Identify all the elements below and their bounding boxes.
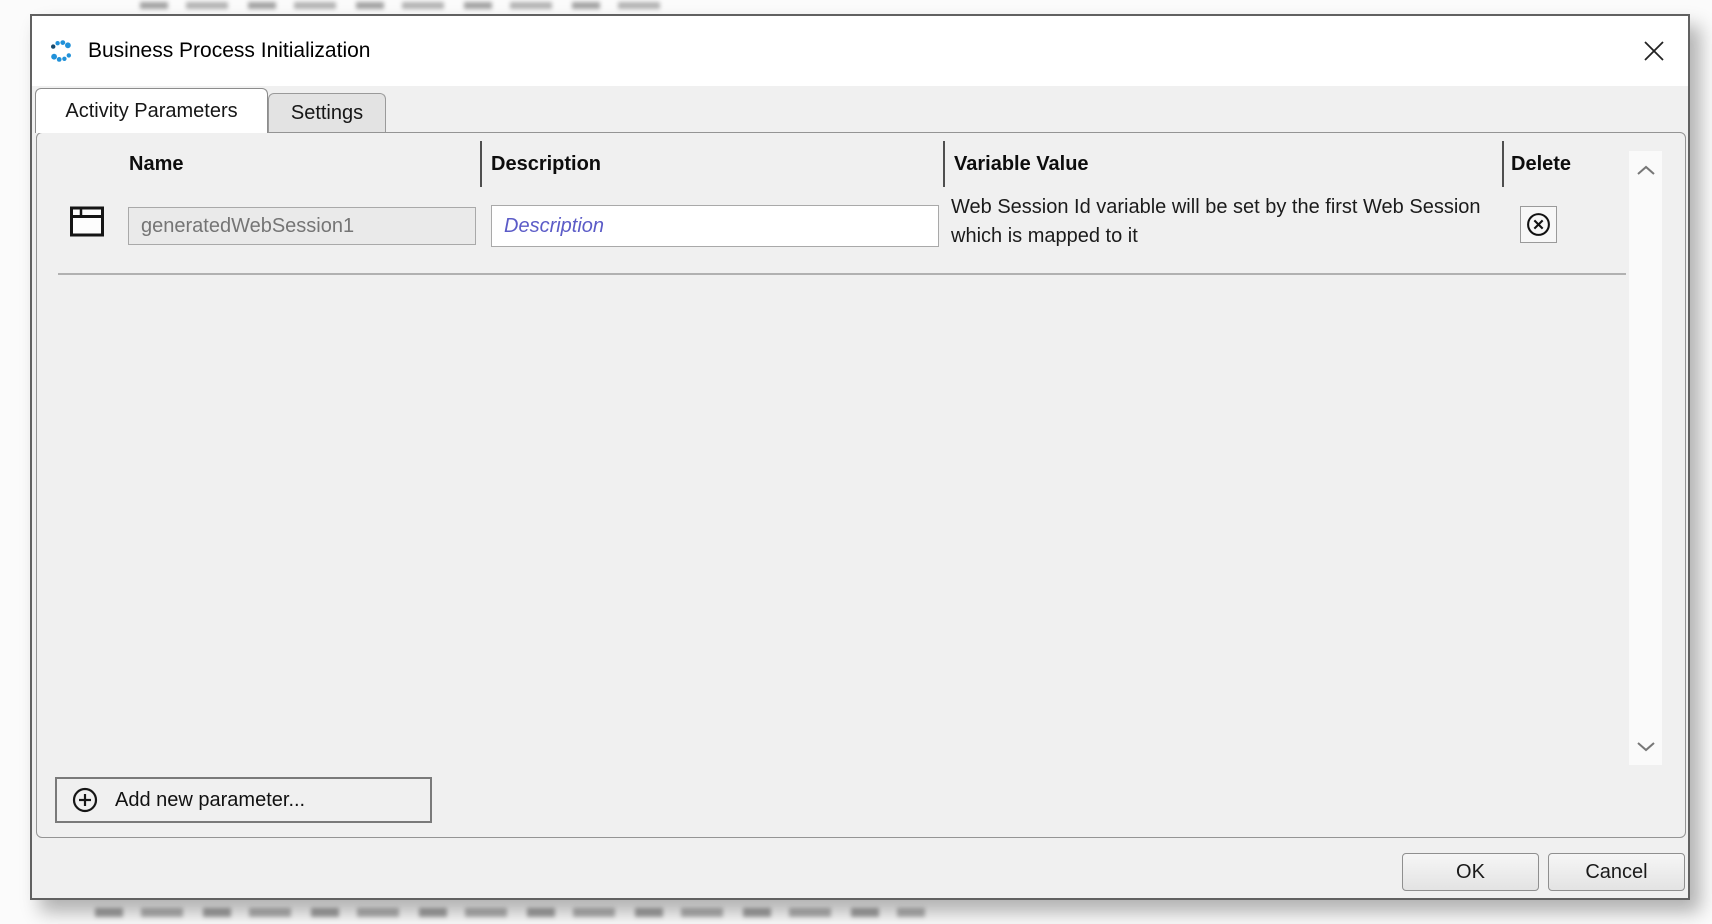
tab-label: Activity Parameters [65, 100, 237, 123]
vertical-scrollbar[interactable] [1629, 151, 1662, 765]
dialog-title: Business Process Initialization [88, 39, 370, 63]
parameter-description-input[interactable] [491, 205, 939, 247]
chevron-up-icon[interactable] [1629, 157, 1662, 183]
activity-parameters-panel: Name Description Variable Value Delete W… [36, 132, 1686, 838]
variable-value-text: Web Session Id variable will be set by t… [951, 193, 1503, 251]
ok-button[interactable]: OK [1402, 853, 1539, 891]
background-window-artifact-top [140, 2, 660, 9]
column-header-variable-value: Variable Value [954, 153, 1089, 176]
circle-x-icon [1525, 211, 1552, 238]
tab-label: Settings [291, 102, 363, 125]
tab-settings[interactable]: Settings [268, 93, 386, 132]
add-new-parameter-label: Add new parameter... [115, 789, 305, 812]
column-header-name: Name [129, 153, 183, 176]
circle-plus-icon [71, 786, 99, 814]
process-sync-icon [48, 38, 74, 64]
dialog-titlebar: Business Process Initialization [32, 16, 1688, 86]
business-process-initialization-dialog: Business Process Initialization Activity… [30, 14, 1690, 900]
close-button[interactable] [1636, 33, 1672, 69]
background-window-artifact-bottom [95, 908, 925, 917]
column-separator [943, 141, 945, 187]
column-header-description: Description [491, 153, 601, 176]
parameter-name-input[interactable] [128, 207, 476, 245]
delete-parameter-button[interactable] [1520, 206, 1557, 243]
column-separator [480, 141, 482, 187]
cancel-button[interactable]: Cancel [1548, 853, 1685, 891]
add-new-parameter-button[interactable]: Add new parameter... [55, 777, 432, 823]
tab-activity-parameters[interactable]: Activity Parameters [35, 88, 268, 133]
column-separator [1502, 141, 1504, 187]
row-divider [58, 273, 1626, 275]
close-icon [1642, 39, 1666, 63]
column-header-delete: Delete [1511, 153, 1571, 176]
chevron-down-icon[interactable] [1629, 733, 1662, 759]
web-session-window-icon [69, 205, 105, 243]
